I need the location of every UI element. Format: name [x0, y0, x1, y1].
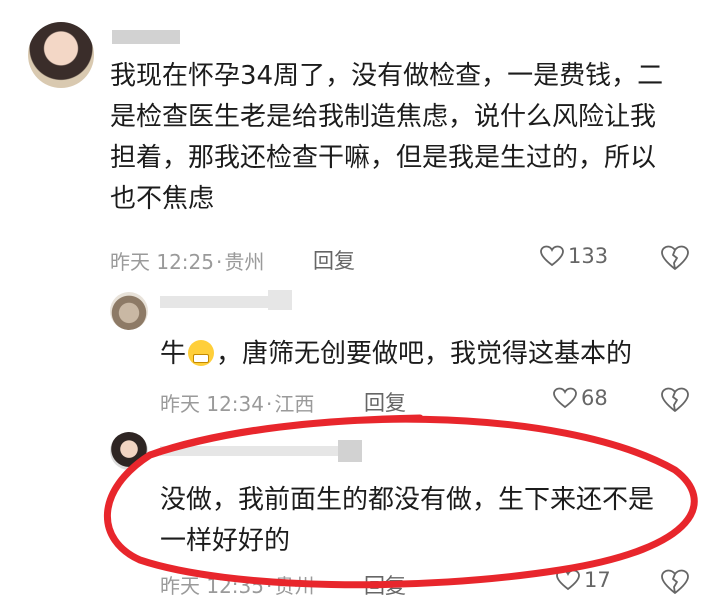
highlight-circle [103, 414, 698, 589]
